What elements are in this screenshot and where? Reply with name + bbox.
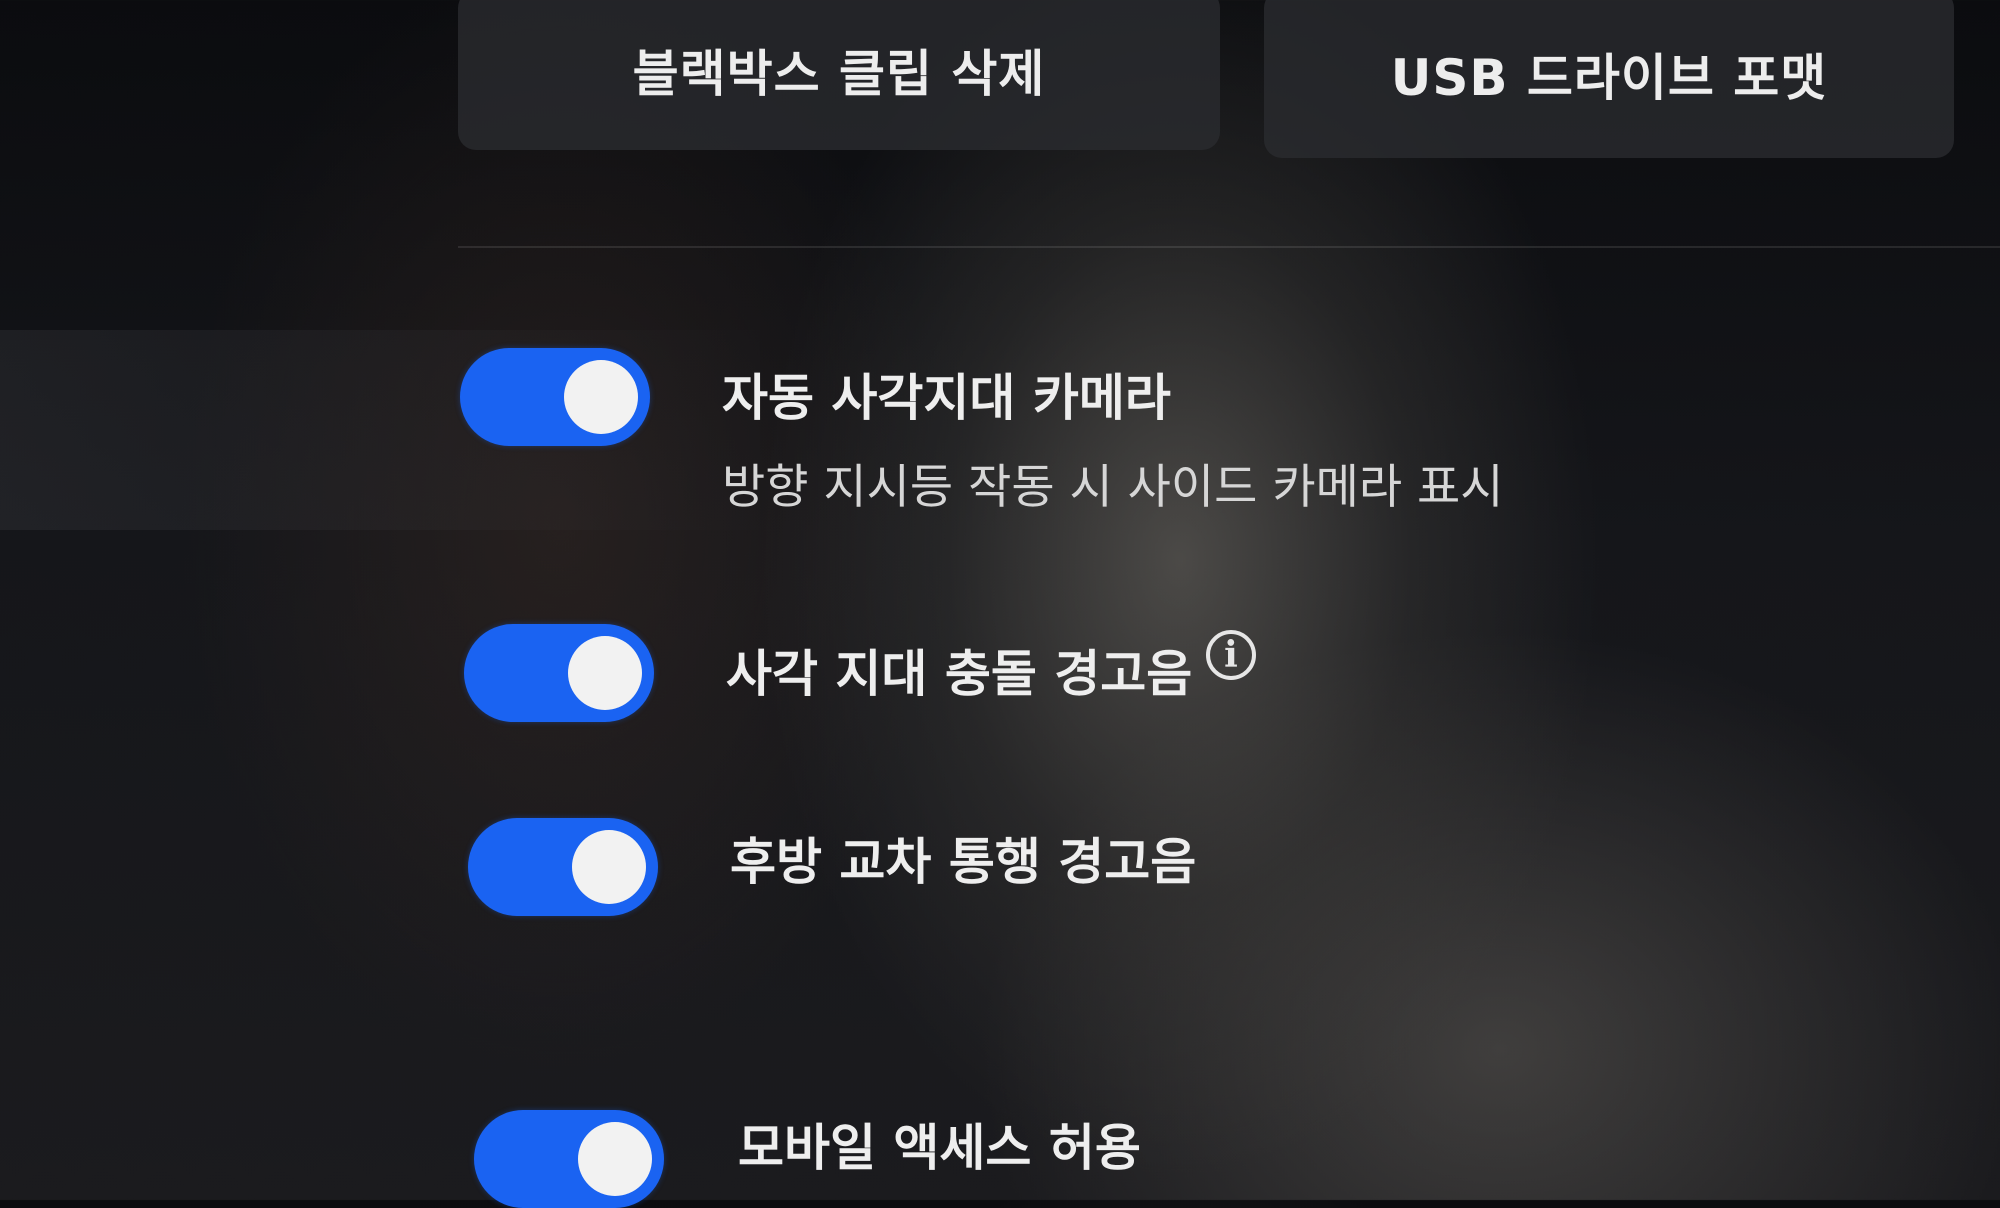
storage-actions: 블랙박스 클립 삭제 USB 드라이브 포맷: [458, 0, 1958, 158]
toggle-knob: [568, 636, 642, 710]
section-divider: [458, 246, 2000, 248]
info-icon[interactable]: i: [1206, 630, 1256, 680]
setting-description: 방향 지시등 작동 시 사이드 카메라 표시: [722, 460, 1504, 515]
setting-label: 모바일 액세스 허용: [738, 1119, 1141, 1177]
allow-mobile-access-toggle[interactable]: [474, 1110, 664, 1208]
delete-dashcam-clips-button[interactable]: 블랙박스 클립 삭제: [458, 0, 1220, 150]
screen-reflection: [0, 330, 760, 530]
setting-label: 사각 지대 충돌 경고음: [726, 645, 1193, 703]
rear-cross-traffic-chime-toggle[interactable]: [468, 818, 658, 916]
auto-blind-spot-camera-toggle[interactable]: [460, 348, 650, 446]
toggle-knob: [572, 830, 646, 904]
blind-spot-collision-chime-toggle[interactable]: [464, 624, 654, 722]
toggle-knob: [564, 360, 638, 434]
format-usb-drive-button[interactable]: USB 드라이브 포맷: [1264, 0, 1954, 158]
toggle-knob: [578, 1122, 652, 1196]
setting-label: 자동 사각지대 카메라: [722, 369, 1171, 427]
setting-label: 후방 교차 통행 경고음: [730, 833, 1197, 891]
